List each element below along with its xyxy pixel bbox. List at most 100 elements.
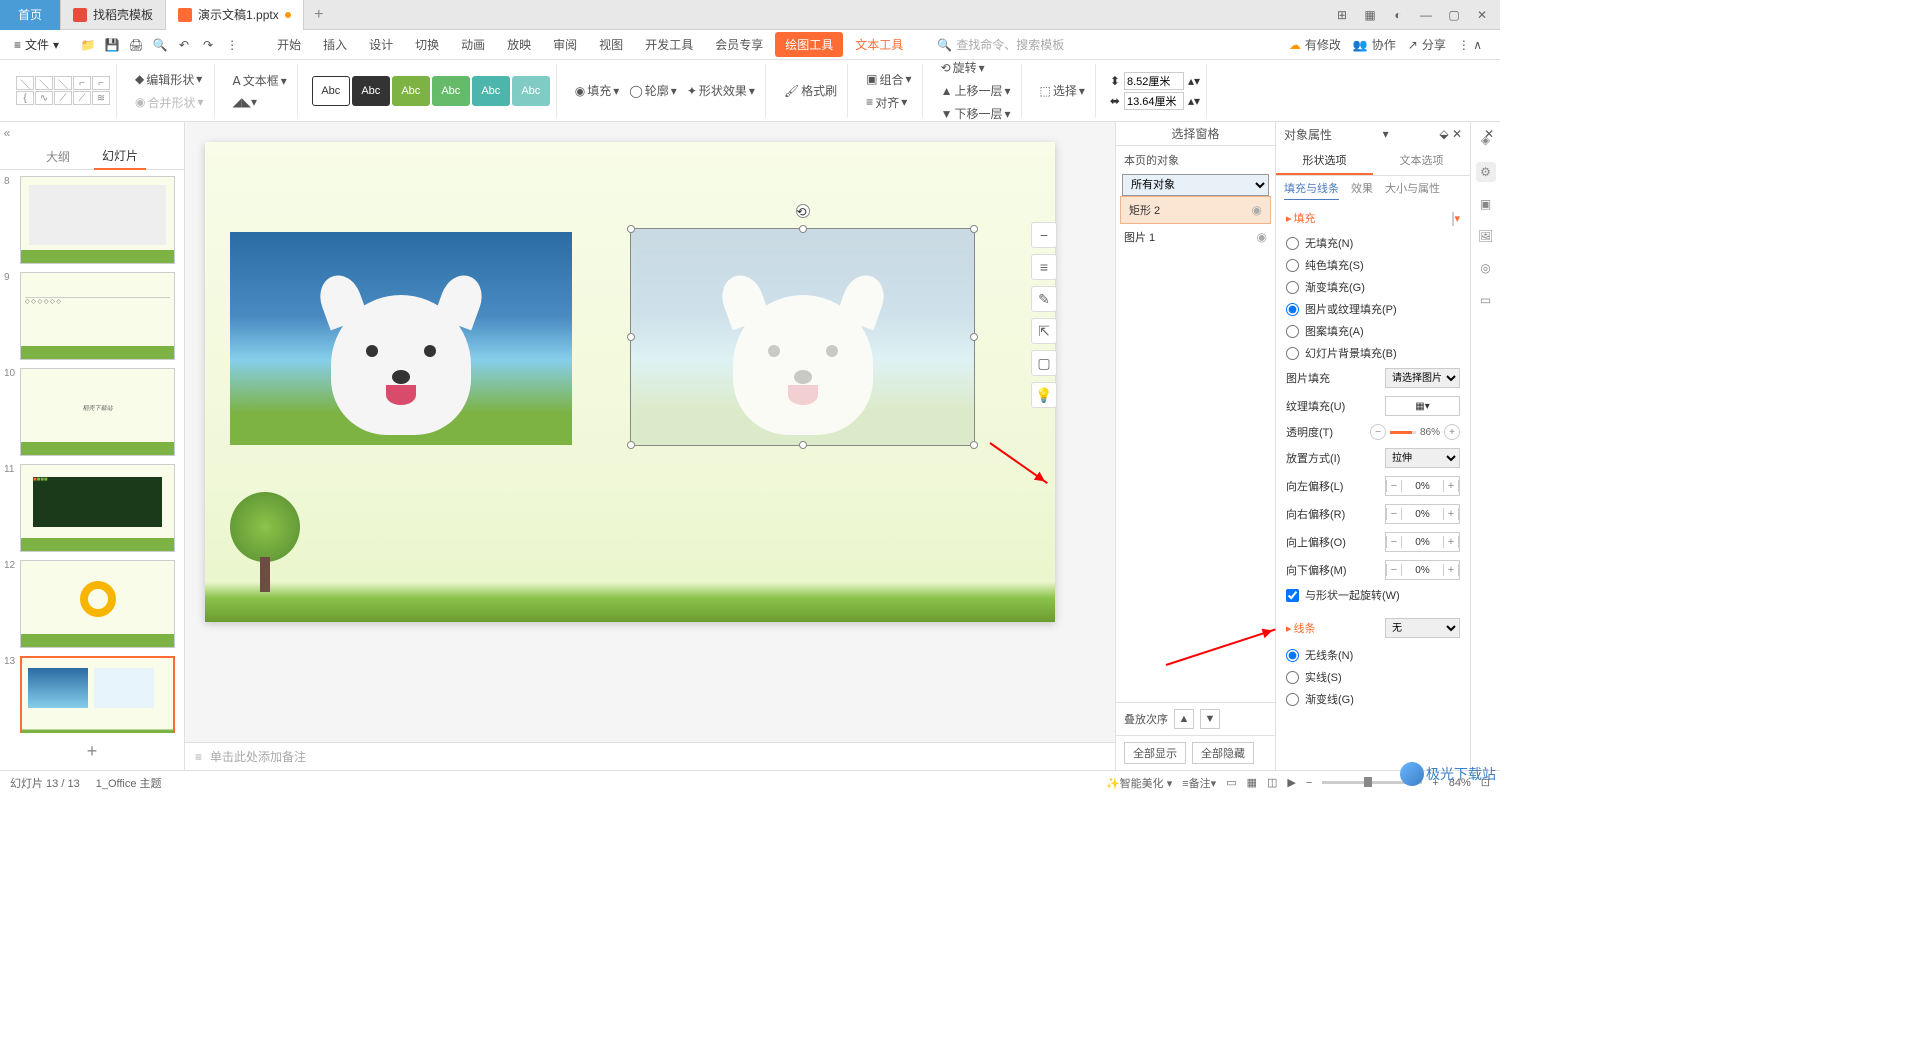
user-icon[interactable]: ◐ (1386, 3, 1410, 27)
line-solid-radio[interactable] (1286, 671, 1299, 684)
style-preset-4[interactable]: Abc (432, 76, 470, 106)
opacity-minus[interactable]: − (1370, 424, 1386, 440)
style-preset-1[interactable]: Abc (312, 76, 350, 106)
resize-handle-w[interactable] (627, 333, 635, 341)
selected-rectangle[interactable]: ⟲ (630, 228, 975, 446)
fill-gradient-radio[interactable] (1286, 281, 1299, 294)
format-painter-button[interactable]: 🖌格式刷 (780, 80, 841, 101)
eye-icon[interactable]: ◉ (1257, 230, 1267, 244)
ribbon-start[interactable]: 开始 (267, 32, 311, 57)
style-preset-6[interactable]: Abc (512, 76, 550, 106)
side-style-icon[interactable]: ▣ (1476, 194, 1496, 214)
open-icon[interactable]: 📁 (77, 34, 99, 56)
outline-button[interactable]: ◯轮廓▾ (625, 80, 680, 101)
notes-toggle[interactable]: ≡备注▾ (1182, 775, 1216, 791)
rotate-with-shape-check[interactable] (1286, 589, 1299, 602)
style-preset-5[interactable]: Abc (472, 76, 510, 106)
tile-select[interactable]: 拉伸 (1385, 448, 1460, 468)
height-input[interactable] (1124, 72, 1184, 90)
resize-handle-sw[interactable] (627, 441, 635, 449)
slide-thumb-8[interactable]: 8 (6, 176, 178, 264)
eye-icon[interactable]: ◉ (1252, 203, 1262, 217)
fill-solid-radio[interactable] (1286, 259, 1299, 272)
slide-thumb-13[interactable]: 13 (6, 656, 178, 733)
redo-icon[interactable]: ↷ (197, 34, 219, 56)
more-menu[interactable]: ⋮ ∧ (1458, 38, 1482, 52)
backward-button[interactable]: ▼下移一层▾ (937, 103, 1015, 124)
forward-button[interactable]: ▲上移一层▾ (937, 80, 1015, 101)
text-effects[interactable]: ◢◣▾ (229, 93, 261, 111)
side-book-icon[interactable]: ▭ (1476, 290, 1496, 310)
object-item-pic[interactable]: 图片 1◉ (1116, 224, 1275, 250)
slide-thumb-10[interactable]: 10稻壳下载站 (6, 368, 178, 456)
fill-slidebg-radio[interactable] (1286, 347, 1299, 360)
add-slide-button[interactable]: + (0, 733, 184, 770)
collapse-outline[interactable]: « (0, 122, 14, 144)
slide-thumb-9[interactable]: 9◇ ◇ ◇ ◇ ◇ ◇ (6, 272, 178, 360)
props-tab-text[interactable]: 文本选项 (1373, 146, 1470, 175)
line-preset-select[interactable]: 无 (1385, 618, 1460, 638)
resize-handle-nw[interactable] (627, 225, 635, 233)
more-qat-icon[interactable]: ⋮ (221, 34, 243, 56)
offset-b-spinner[interactable]: −0%+ (1385, 560, 1460, 580)
props-tab-shape[interactable]: 形状选项 (1276, 146, 1373, 175)
ribbon-insert[interactable]: 插入 (313, 32, 357, 57)
float-minus[interactable]: − (1031, 222, 1057, 248)
tab-home[interactable]: 首页 (0, 0, 61, 30)
resize-handle-ne[interactable] (970, 225, 978, 233)
resize-handle-s[interactable] (799, 441, 807, 449)
view-normal-icon[interactable]: ▭ (1226, 776, 1236, 789)
slides-tab[interactable]: 幻灯片 (94, 143, 146, 170)
side-image-icon[interactable]: 🖼 (1476, 226, 1496, 246)
style-preset-2[interactable]: Abc (352, 76, 390, 106)
maximize-button[interactable]: ▢ (1442, 3, 1466, 27)
grid-icon[interactable]: ▦ (1358, 3, 1382, 27)
notes-placeholder[interactable]: 单击此处添加备注 (210, 748, 306, 765)
rotate-button[interactable]: ⟲旋转▾ (937, 57, 1015, 78)
line-none-radio[interactable] (1286, 649, 1299, 662)
minimize-button[interactable]: — (1414, 3, 1438, 27)
float-layers-icon[interactable]: ≡ (1031, 254, 1057, 280)
offset-l-spinner[interactable]: −0%+ (1385, 476, 1460, 496)
ribbon-review[interactable]: 审阅 (543, 32, 587, 57)
close-pane-icon[interactable]: ✕ (1484, 127, 1494, 141)
share-button[interactable]: ↗分享 (1408, 36, 1446, 53)
resize-handle-se[interactable] (970, 441, 978, 449)
print-icon[interactable]: 🖨 (125, 34, 147, 56)
zoom-out-button[interactable]: − (1306, 777, 1312, 789)
tab-template[interactable]: 找稻壳模板 (61, 0, 166, 30)
opacity-slider[interactable] (1390, 431, 1416, 434)
opacity-plus[interactable]: + (1444, 424, 1460, 440)
align-button[interactable]: ≡对齐▾ (862, 92, 915, 113)
object-item-rect[interactable]: 矩形 2◉ (1120, 196, 1271, 224)
ribbon-view[interactable]: 视图 (589, 32, 633, 57)
hide-all-button[interactable]: 全部隐藏 (1192, 742, 1254, 764)
subtab-effect[interactable]: 效果 (1351, 180, 1373, 200)
merge-shape-button[interactable]: ◉合并形状▾ (131, 92, 208, 113)
pending-changes[interactable]: ☁有修改 (1289, 36, 1341, 53)
view-reading-icon[interactable]: ◫ (1267, 776, 1277, 789)
fill-section-header[interactable]: ▸填充▾ (1286, 210, 1460, 226)
float-border-icon[interactable]: ▢ (1031, 350, 1057, 376)
new-tab-button[interactable]: + (304, 6, 334, 24)
resize-handle-n[interactable] (799, 225, 807, 233)
collab-button[interactable]: 👥协作 (1353, 36, 1396, 53)
pic-select[interactable]: 请选择图片 (1385, 368, 1460, 388)
close-button[interactable]: ✕ (1470, 3, 1494, 27)
float-bulb-icon[interactable]: 💡 (1031, 382, 1057, 408)
fill-pattern-radio[interactable] (1286, 325, 1299, 338)
pin-icon[interactable]: ⬙ (1439, 127, 1448, 141)
offset-t-spinner[interactable]: −0%+ (1385, 532, 1460, 552)
side-target-icon[interactable]: ◎ (1476, 258, 1496, 278)
width-input[interactable] (1124, 92, 1184, 110)
rotate-handle[interactable]: ⟲ (796, 204, 810, 218)
view-sorter-icon[interactable]: ▦ (1247, 776, 1257, 789)
line-gradient-radio[interactable] (1286, 693, 1299, 706)
slide-canvas[interactable]: ⟲ (205, 142, 1055, 622)
ribbon-text[interactable]: 文本工具 (845, 32, 913, 57)
ribbon-draw[interactable]: 绘图工具 (775, 32, 843, 57)
select-button[interactable]: ⬚选择▾ (1036, 80, 1089, 101)
close-props-icon[interactable]: ✕ (1452, 127, 1462, 141)
slide-thumb-12[interactable]: 12 (6, 560, 178, 648)
ribbon-member[interactable]: 会员专享 (705, 32, 773, 57)
